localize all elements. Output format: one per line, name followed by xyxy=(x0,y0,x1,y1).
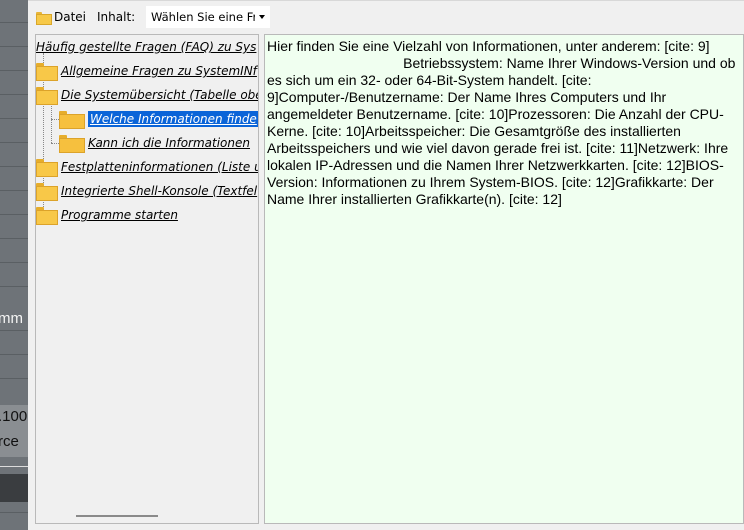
file-menu-label: Datei xyxy=(54,10,87,24)
faq-window: Datei Inhalt: Wählen Sie eine Fr Häufig … xyxy=(28,0,744,530)
tree-item-general-questions[interactable]: Allgemeine Fragen zu SystemINf xyxy=(36,61,257,81)
background-text: .100 xyxy=(0,408,28,425)
tree-item-label: Programme starten xyxy=(61,208,178,222)
chevron-down-icon[interactable] xyxy=(259,15,265,19)
horizontal-scrollbar[interactable] xyxy=(76,515,158,517)
tree-item-which-information[interactable]: Welche Informationen finde xyxy=(59,109,258,129)
screen: mm .100 rce Datei Inhalt: Wählen Sie ein… xyxy=(0,0,744,530)
tree-item-label: Allgemeine Fragen zu SystemINf xyxy=(61,64,257,78)
tree-item-disk-information[interactable]: Festplatteninformationen (Liste u xyxy=(36,157,259,177)
file-menu-button[interactable]: Datei xyxy=(32,7,90,27)
folder-icon xyxy=(36,207,58,225)
tree-item-label: Integrierte Shell-Konsole (Textfel xyxy=(61,184,258,198)
tree-item-shell-console[interactable]: Integrierte Shell-Konsole (Textfel xyxy=(36,181,257,201)
answer-text: Hier finden Sie eine Vielzahl von Inform… xyxy=(267,38,736,207)
content-label: Inhalt: xyxy=(97,10,136,24)
folder-icon xyxy=(36,183,58,201)
toolbar: Datei Inhalt: Wählen Sie eine Fr xyxy=(28,0,744,32)
answer-panel: Hier finden Sie eine Vielzahl von Inform… xyxy=(264,34,744,524)
open-folder-icon xyxy=(59,111,85,129)
tree-item-system-overview[interactable]: Die Systemübersicht (Tabelle obe xyxy=(36,85,259,105)
background-window: mm .100 rce xyxy=(0,0,28,530)
tree-item-label: Die Systemübersicht (Tabelle obe xyxy=(61,88,259,102)
folder-icon xyxy=(36,159,58,177)
tree-item-label: Festplatteninformationen (Liste u xyxy=(61,160,259,174)
tree-item-start-programs[interactable]: Programme starten xyxy=(36,205,178,225)
tree-item-label: Kann ich die Informationen xyxy=(88,136,250,150)
open-folder-icon xyxy=(59,135,85,153)
question-select[interactable]: Wählen Sie eine Fr xyxy=(146,6,270,28)
folder-icon xyxy=(36,63,58,81)
background-text: rce xyxy=(0,433,19,450)
faq-tree[interactable]: Häufig gestellte Fragen (FAQ) zu Sys All… xyxy=(35,34,259,524)
background-text: mm xyxy=(0,310,23,327)
question-select-value: Wählen Sie eine Fr xyxy=(151,10,255,24)
tree-item-can-i-copy-information[interactable]: Kann ich die Informationen xyxy=(59,133,250,153)
tree-item-root[interactable]: Häufig gestellte Fragen (FAQ) zu Sys xyxy=(36,37,256,57)
tree-item-label: Häufig gestellte Fragen (FAQ) zu Sys xyxy=(36,40,257,54)
tree-item-label: Welche Informationen finde xyxy=(88,111,258,127)
folder-icon xyxy=(36,11,52,25)
folder-icon xyxy=(36,87,58,105)
